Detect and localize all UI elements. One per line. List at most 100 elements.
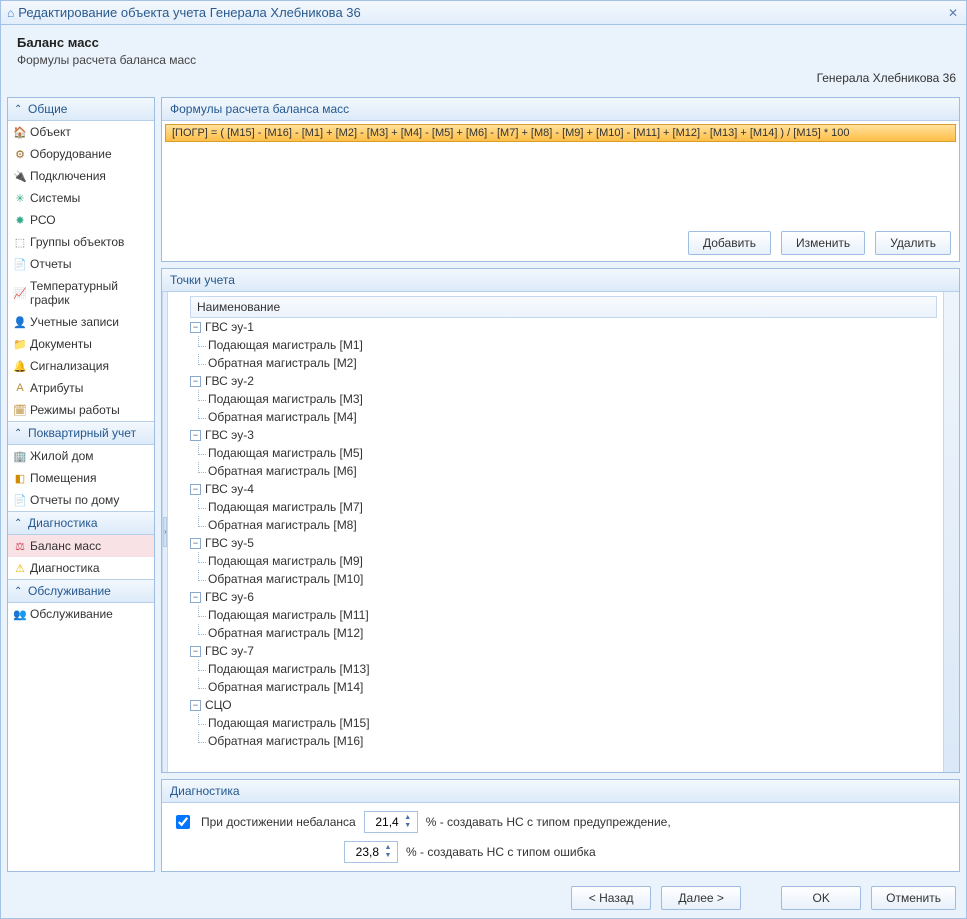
points-panel: Точки учета › Наименование −ГВС эу-1Пода… (161, 268, 960, 773)
tree-leaf[interactable]: Обратная магистраль [M10] (208, 570, 937, 588)
collapse-icon[interactable]: − (190, 592, 201, 603)
sidebar-item[interactable]: ✳Системы (8, 187, 154, 209)
nav-section-header[interactable]: ⌃Обслуживание (8, 579, 154, 603)
tree-leaf[interactable]: Подающая магистраль [M11] (208, 606, 937, 624)
collapse-icon[interactable]: − (190, 376, 201, 387)
tree-leaf[interactable]: Подающая магистраль [M5] (208, 444, 937, 462)
tree-leaf[interactable]: Подающая магистраль [M3] (208, 390, 937, 408)
sidebar-item[interactable]: ✸РСО (8, 209, 154, 231)
sidebar-item[interactable]: 🔌Подключения (8, 165, 154, 187)
collapse-icon[interactable]: − (190, 322, 201, 333)
sidebar-item[interactable]: AАтрибуты (8, 377, 154, 399)
tree-leaf[interactable]: Подающая магистраль [M15] (208, 714, 937, 732)
diagnostics-panel-title: Диагностика (162, 780, 959, 803)
error-suffix: % - создавать НС с типом ошибка (406, 845, 596, 859)
spin-down-icon[interactable]: ▼ (401, 822, 415, 830)
app-icon: ⌂ (7, 6, 14, 20)
nav-section-header[interactable]: ⌃Общие (8, 98, 154, 121)
tree-leaf-label: Обратная магистраль [M14] (208, 680, 363, 694)
sidebar-item[interactable]: 📁Документы (8, 333, 154, 355)
nav-section-header[interactable]: ⌃Диагностика (8, 511, 154, 535)
add-button[interactable]: Добавить (688, 231, 771, 255)
sidebar-item[interactable]: 📄Отчеты (8, 253, 154, 275)
spin-up-icon[interactable]: ▲ (401, 814, 415, 822)
tree-leaf[interactable]: Подающая магистраль [M1] (208, 336, 937, 354)
tree-group[interactable]: −ГВС эу-2 (190, 372, 937, 390)
chevron-icon: ⌃ (14, 586, 24, 597)
tree-leaf[interactable]: Подающая магистраль [M9] (208, 552, 937, 570)
sidebar-item[interactable]: 📄Отчеты по дому (8, 489, 154, 511)
edit-button[interactable]: Изменить (781, 231, 865, 255)
back-button[interactable]: < Назад (571, 886, 651, 910)
tree-group[interactable]: −ГВС эу-3 (190, 426, 937, 444)
tree-leaf-label: Обратная магистраль [M2] (208, 356, 357, 370)
warning-value[interactable] (365, 815, 401, 829)
tree-leaf[interactable]: Обратная магистраль [M16] (208, 732, 937, 750)
tree-group-label: ГВС эу-7 (205, 644, 254, 658)
tree-leaf-label: Подающая магистраль [M11] (208, 608, 369, 622)
sidebar-item[interactable]: ◧Помещения (8, 467, 154, 489)
collapse-icon[interactable]: − (190, 538, 201, 549)
tree-leaf[interactable]: Обратная магистраль [M6] (208, 462, 937, 480)
collapse-icon[interactable]: − (190, 700, 201, 711)
nav-item-label: Баланс масс (30, 539, 101, 553)
tree-leaf[interactable]: Обратная магистраль [M2] (208, 354, 937, 372)
sidebar-item[interactable]: 🏠Объект (8, 121, 154, 143)
nav-item-icon: 🏢 (13, 449, 27, 463)
imbalance-checkbox[interactable] (176, 815, 190, 829)
tree-leaf[interactable]: Обратная магистраль [M4] (208, 408, 937, 426)
sidebar-item[interactable]: 👥Обслуживание (8, 603, 154, 625)
tree-leaf-label: Обратная магистраль [M10] (208, 572, 363, 586)
tree-group[interactable]: −ГВС эу-4 (190, 480, 937, 498)
spin-up-icon[interactable]: ▲ (381, 844, 395, 852)
nav-item-icon: 🔌 (13, 169, 27, 183)
close-icon[interactable]: ✕ (946, 6, 960, 20)
nav-item-label: Температурный график (30, 279, 148, 307)
tree-leaf[interactable]: Обратная магистраль [M14] (208, 678, 937, 696)
error-spinbox[interactable]: ▲▼ (344, 841, 398, 863)
collapse-icon[interactable]: − (190, 430, 201, 441)
tree-leaf[interactable]: Подающая магистраль [M7] (208, 498, 937, 516)
collapse-icon[interactable]: − (190, 484, 201, 495)
tree-group[interactable]: −СЦО (190, 696, 937, 714)
nav-item-icon: 📄 (13, 493, 27, 507)
tree-leaf[interactable]: Подающая магистраль [M13] (208, 660, 937, 678)
formula-panel: Формулы расчета баланса масс [ПОГР] = ( … (161, 97, 960, 262)
nav-item-icon: 🏠 (13, 125, 27, 139)
formula-row[interactable]: [ПОГР] = ( [M15] - [M16] - [M1] + [M2] -… (165, 124, 956, 142)
sidebar-item[interactable]: 👤Учетные записи (8, 311, 154, 333)
sidebar-item[interactable]: 🏢Жилой дом (8, 445, 154, 467)
tree-group-label: ГВС эу-2 (205, 374, 254, 388)
nav-item-label: Учетные записи (30, 315, 119, 329)
cancel-button[interactable]: Отменить (871, 886, 956, 910)
tree-group[interactable]: −ГВС эу-1 (190, 318, 937, 336)
tree-group[interactable]: −ГВС эу-5 (190, 534, 937, 552)
collapse-icon[interactable]: − (190, 646, 201, 657)
sidebar-item[interactable]: ⚠Диагностика (8, 557, 154, 579)
tree-group[interactable]: −ГВС эу-6 (190, 588, 937, 606)
nav-item-icon: ◧ (13, 471, 27, 485)
nav-section-header[interactable]: ⌃Поквартирный учет (8, 421, 154, 445)
scrollbar[interactable] (943, 292, 959, 772)
error-value[interactable] (345, 845, 381, 859)
warning-spinbox[interactable]: ▲▼ (364, 811, 418, 833)
nav-item-icon: 📄 (13, 257, 27, 271)
tree-leaf[interactable]: Обратная магистраль [M12] (208, 624, 937, 642)
tree-leaf[interactable]: Обратная магистраль [M8] (208, 516, 937, 534)
next-button[interactable]: Далее > (661, 886, 741, 910)
titlebar[interactable]: ⌂ Редактирование объекта учета Генерала … (1, 1, 966, 25)
sidebar-item[interactable]: ⚙Оборудование (8, 143, 154, 165)
sidebar-item[interactable]: ⚖Баланс масс (8, 535, 154, 557)
sidebar-item[interactable]: 🔔Сигнализация (8, 355, 154, 377)
spin-down-icon[interactable]: ▼ (381, 852, 395, 860)
chevron-icon: ⌃ (14, 518, 24, 529)
column-header-name[interactable]: Наименование (190, 296, 937, 318)
ok-button[interactable]: OK (781, 886, 861, 910)
sidebar-item[interactable]: ⬚Группы объектов (8, 231, 154, 253)
sidebar-item[interactable]: 🗓Режимы работы (8, 399, 154, 421)
sidebar-item[interactable]: 📈Температурный график (8, 275, 154, 311)
nav-item-icon: ⚙ (13, 147, 27, 161)
formula-panel-title: Формулы расчета баланса масс (162, 98, 959, 121)
delete-button[interactable]: Удалить (875, 231, 951, 255)
tree-group[interactable]: −ГВС эу-7 (190, 642, 937, 660)
